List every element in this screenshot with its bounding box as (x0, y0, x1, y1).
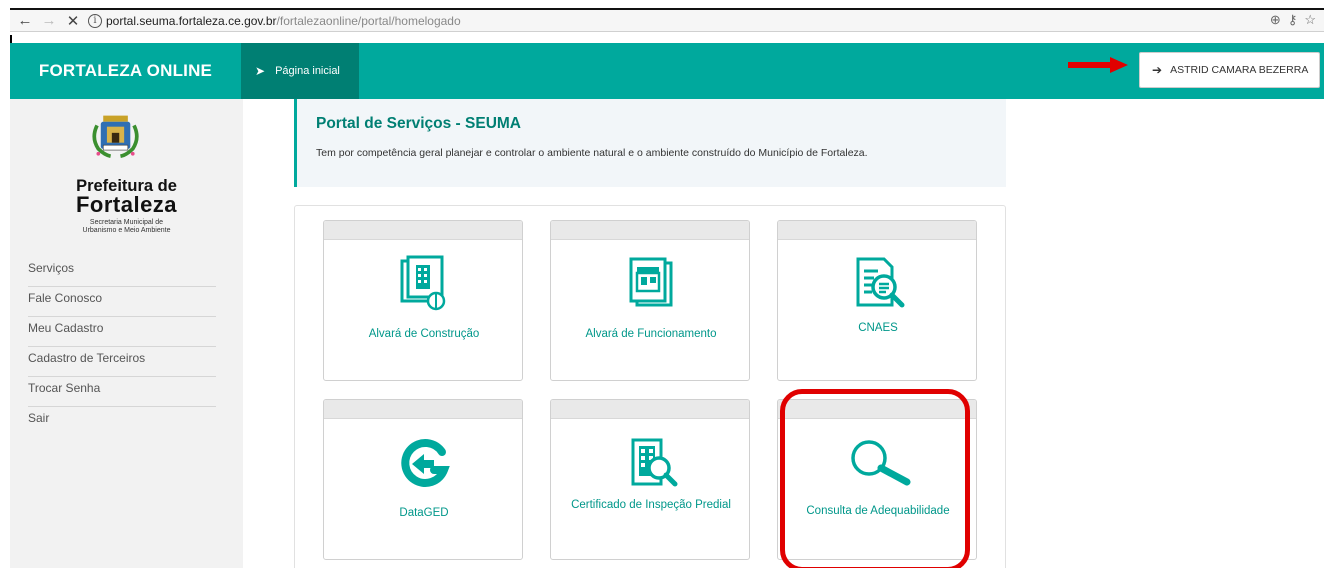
logo-line-3: Secretaria Municipal de Urbanismo e Meio… (10, 219, 243, 235)
building-search-icon (551, 434, 749, 490)
sidebar-menu: Serviços Fale Conosco Meu Cadastro Cadas… (28, 257, 216, 437)
datagged-logo-icon (324, 438, 522, 490)
card-header (778, 221, 976, 240)
logo-line-2: Fortaleza (75, 192, 178, 217)
sidebar-item-trocar-senha[interactable]: Trocar Senha (28, 377, 216, 407)
back-arrow-icon[interactable]: ← (16, 12, 34, 30)
sidebar-item-cadastro-terceiros[interactable]: Cadastro de Terceiros (28, 347, 216, 377)
forward-arrow-icon[interactable]: → (40, 12, 58, 30)
card-label: DataGED (399, 507, 449, 519)
sidebar-item-servicos[interactable]: Serviços (28, 257, 216, 287)
location-arrow-icon: ➤ (255, 64, 266, 78)
card-label: Certificado de Inspeção Predial (571, 499, 731, 511)
app-header: FORTALEZA ONLINE ➤ Página inicial ➔ ASTR… (10, 43, 1324, 99)
service-card-datagged[interactable]: DataGED (323, 399, 523, 560)
card-label: CNAES (858, 322, 898, 334)
service-card-certificado-inspecao[interactable]: Certificado de Inspeção Predial (550, 399, 750, 560)
arrow-right-icon: ➔ (1152, 63, 1163, 77)
sidebar-item-sair[interactable]: Sair (28, 407, 216, 437)
browser-toolbar: ← → ✕ i portal.seuma.fortaleza.ce.gov.br… (10, 8, 1324, 32)
home-tab[interactable]: ➤ Página inicial (241, 43, 359, 99)
service-card-cnaes[interactable]: CNAES (777, 220, 977, 381)
page-title: Portal de Serviços - SEUMA (316, 115, 522, 132)
address-bar[interactable]: portal.seuma.fortaleza.ce.gov.br/fortale… (106, 14, 461, 28)
logo-subtitle-1: Secretaria Municipal de (89, 219, 164, 226)
key-icon[interactable]: ⚷ (1288, 12, 1298, 28)
service-card-alvara-construcao[interactable]: Alvará de Construção (323, 220, 523, 381)
zoom-icon[interactable]: ⊕ (1270, 12, 1281, 28)
info-icon[interactable]: i (88, 13, 102, 28)
services-panel: Alvará de Construção Alvará de Funcionam… (294, 205, 1006, 568)
browser-actions: ⊕ ⚷ ☆ (1270, 12, 1316, 28)
home-tab-label: Página inicial (275, 65, 340, 77)
red-arrow-annotation (1068, 57, 1128, 73)
city-crest-logo (92, 115, 139, 159)
close-icon[interactable]: ✕ (64, 12, 82, 30)
building-document-icon (324, 255, 522, 311)
url-host: portal.seuma.fortaleza.ce.gov.br (106, 13, 277, 28)
intro-banner: Portal de Serviços - SEUMA Tem por compe… (294, 99, 1006, 187)
star-icon[interactable]: ☆ (1304, 12, 1316, 28)
service-card-consulta-adequabilidade[interactable]: Consulta de Adequabilidade (777, 399, 977, 560)
sidebar-item-fale-conosco[interactable]: Fale Conosco (28, 287, 216, 317)
user-button[interactable]: ➔ ASTRID CAMARA BEZERRA (1139, 52, 1320, 88)
sidebar-item-meu-cadastro[interactable]: Meu Cadastro (28, 317, 216, 347)
card-header (324, 400, 522, 419)
card-header (551, 400, 749, 419)
logo-subtitle-2: Urbanismo e Meio Ambiente (82, 227, 171, 234)
sidebar: Prefeitura de Fortaleza Secretaria Munic… (10, 99, 243, 568)
card-label: Alvará de Funcionamento (585, 328, 717, 340)
card-header (551, 221, 749, 240)
document-search-icon (778, 255, 976, 311)
page-description: Tem por competência geral planejar e con… (316, 147, 868, 159)
user-name: ASTRID CAMARA BEZERRA (1170, 64, 1309, 76)
card-header (324, 221, 522, 240)
service-card-alvara-funcionamento[interactable]: Alvará de Funcionamento (550, 220, 750, 381)
card-header (778, 400, 976, 419)
storefront-document-icon (551, 255, 749, 311)
magnifier-icon (778, 438, 976, 486)
card-label: Alvará de Construção (368, 328, 480, 340)
card-label: Consulta de Adequabilidade (806, 505, 950, 517)
brand-title[interactable]: FORTALEZA ONLINE (10, 43, 241, 99)
url-path: /fortalezaonline/portal/homelogado (276, 13, 461, 28)
